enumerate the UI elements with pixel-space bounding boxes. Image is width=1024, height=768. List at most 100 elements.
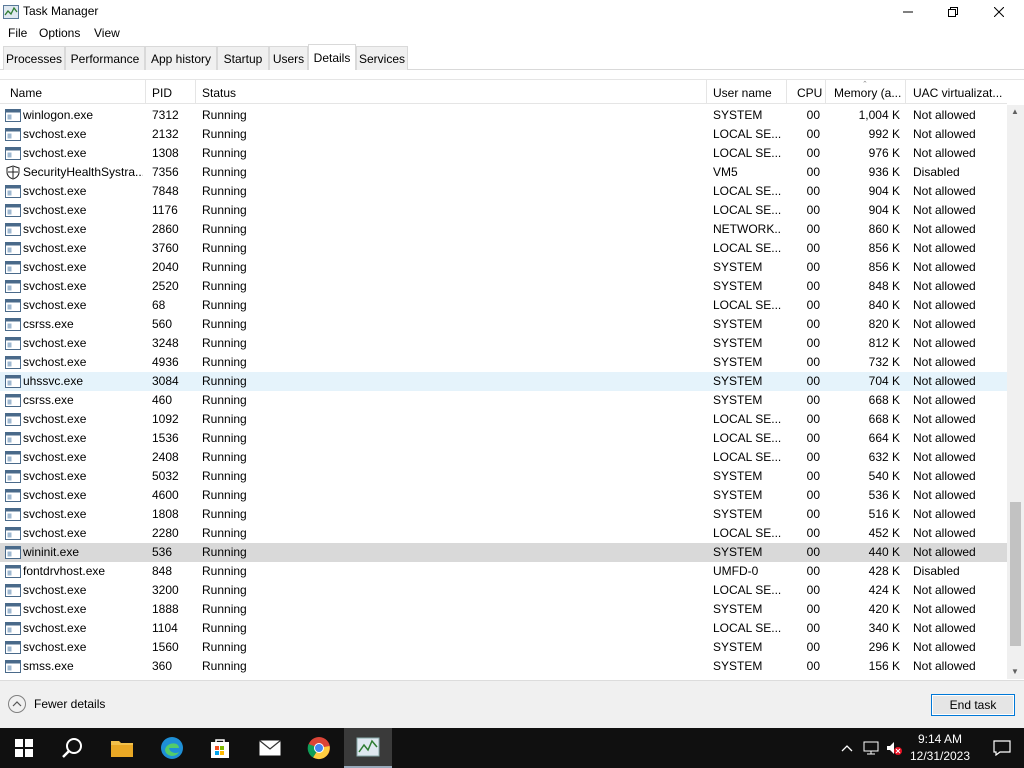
process-memory: 840 K xyxy=(868,298,900,312)
volume-muted-icon[interactable] xyxy=(884,738,904,758)
process-status: Running xyxy=(202,393,247,407)
process-name: csrss.exe xyxy=(23,393,74,407)
process-memory: 516 K xyxy=(868,507,900,521)
table-row[interactable]: svchost.exe 4600 Running SYSTEM 00 536 K Not a… xyxy=(0,486,1007,505)
process-uac: Not allowed xyxy=(913,526,976,540)
table-row[interactable]: svchost.exe 3200 Running LOCAL SE... 00 424 K… xyxy=(0,581,1007,600)
process-user: SYSTEM xyxy=(713,393,763,407)
start-button[interactable] xyxy=(0,728,48,768)
scroll-down-icon[interactable]: ▼ xyxy=(1011,667,1019,676)
table-row[interactable]: svchost.exe 3248 Running SYSTEM 00 812 K Not a… xyxy=(0,334,1007,353)
table-row[interactable]: fontdrvhost.exe 848 Running UMFD-0 00 428 K Di… xyxy=(0,562,1007,581)
column-header-user-name[interactable]: User name xyxy=(709,80,787,104)
table-row[interactable]: svchost.exe 2520 Running SYSTEM 00 848 K Not a… xyxy=(0,277,1007,296)
table-row[interactable]: svchost.exe 7848 Running LOCAL SE... 00 904 K… xyxy=(0,182,1007,201)
vertical-scrollbar[interactable]: ▲ ▼ xyxy=(1007,105,1024,679)
table-row[interactable]: svchost.exe 2408 Running LOCAL SE... 00 632 K… xyxy=(0,448,1007,467)
taskbar-edge[interactable] xyxy=(148,728,196,768)
table-row[interactable]: svchost.exe 5032 Running SYSTEM 00 540 K Not a… xyxy=(0,467,1007,486)
minimize-button[interactable] xyxy=(885,0,931,24)
table-row[interactable]: wininit.exe 536 Running SYSTEM 00 440 K Not al… xyxy=(0,543,1007,562)
process-user: SYSTEM xyxy=(713,640,763,654)
table-row[interactable]: svchost.exe 1888 Running SYSTEM 00 420 K Not a… xyxy=(0,600,1007,619)
close-button[interactable] xyxy=(976,0,1022,24)
table-row[interactable]: svchost.exe 1536 Running LOCAL SE... 00 664 K… xyxy=(0,429,1007,448)
process-name: uhssvc.exe xyxy=(23,374,84,388)
process-cpu: 00 xyxy=(806,241,820,255)
table-row[interactable]: svchost.exe 3760 Running LOCAL SE... 00 856 K… xyxy=(0,239,1007,258)
table-row[interactable]: svchost.exe 1104 Running LOCAL SE... 00 340 K… xyxy=(0,619,1007,638)
taskbar-mail[interactable] xyxy=(246,728,294,768)
process-user: LOCAL SE... xyxy=(713,184,781,198)
table-row[interactable]: csrss.exe 560 Running SYSTEM 00 820 K Not allo… xyxy=(0,315,1007,334)
process-status: Running xyxy=(202,526,247,540)
table-row[interactable]: svchost.exe 2132 Running LOCAL SE... 00 992 K… xyxy=(0,125,1007,144)
taskbar-task-manager[interactable] xyxy=(344,728,392,768)
process-pid: 1092 xyxy=(152,412,179,426)
taskbar-chrome[interactable] xyxy=(295,728,343,768)
column-header-pid[interactable]: PID xyxy=(148,80,196,104)
network-icon[interactable] xyxy=(862,738,882,758)
tab-app-history[interactable]: App history xyxy=(145,46,217,70)
table-row[interactable]: svchost.exe 2040 Running SYSTEM 00 856 K Not a… xyxy=(0,258,1007,277)
taskbar-search-button[interactable] xyxy=(48,728,96,768)
column-header-status[interactable]: Status xyxy=(198,80,707,104)
system-clock[interactable]: 9:14 AM 12/31/2023 xyxy=(905,731,975,765)
taskbar-file-explorer[interactable] xyxy=(98,728,146,768)
table-row[interactable]: svchost.exe 1092 Running LOCAL SE... 00 668 K… xyxy=(0,410,1007,429)
taskbar-store[interactable] xyxy=(196,728,244,768)
table-row[interactable]: csrss.exe 460 Running SYSTEM 00 668 K Not allo… xyxy=(0,391,1007,410)
action-center-button[interactable] xyxy=(980,728,1024,768)
tab-details[interactable]: Details xyxy=(308,44,356,70)
table-row[interactable]: svchost.exe 68 Running LOCAL SE... 00 840 K No… xyxy=(0,296,1007,315)
column-header-uac[interactable]: UAC virtualizat... xyxy=(909,80,1007,104)
process-name: csrss.exe xyxy=(23,317,74,331)
process-icon xyxy=(5,279,21,294)
column-header-cpu[interactable]: CPU xyxy=(793,80,826,104)
menu-view[interactable]: View xyxy=(92,26,122,40)
column-header-memory[interactable]: Memory (a... xyxy=(830,80,906,104)
process-status: Running xyxy=(202,184,247,198)
scrollbar-thumb[interactable] xyxy=(1010,502,1021,646)
process-name: svchost.exe xyxy=(23,640,87,654)
menu-options[interactable]: Options xyxy=(37,26,82,40)
process-icon xyxy=(5,108,21,123)
table-row[interactable]: svchost.exe 1176 Running LOCAL SE... 00 904 K… xyxy=(0,201,1007,220)
tab-performance[interactable]: Performance xyxy=(65,46,145,70)
process-cpu: 00 xyxy=(806,184,820,198)
scroll-up-icon[interactable]: ▲ xyxy=(1011,107,1019,116)
tab-services[interactable]: Services xyxy=(356,46,408,70)
restore-button[interactable] xyxy=(930,0,976,24)
fewer-details-button[interactable]: Fewer details xyxy=(8,695,105,713)
table-row[interactable]: svchost.exe 1808 Running SYSTEM 00 516 K Not a… xyxy=(0,505,1007,524)
column-header-name[interactable]: Name xyxy=(6,80,146,104)
table-row[interactable]: svchost.exe 4936 Running SYSTEM 00 732 K Not a… xyxy=(0,353,1007,372)
tray-overflow-icon[interactable] xyxy=(837,738,857,758)
end-task-button[interactable]: End task xyxy=(931,694,1015,716)
process-cpu: 00 xyxy=(806,317,820,331)
process-name: svchost.exe xyxy=(23,241,87,255)
table-row[interactable]: svchost.exe 2280 Running LOCAL SE... 00 452 K… xyxy=(0,524,1007,543)
clock-time: 9:14 AM xyxy=(917,732,963,746)
process-memory: 428 K xyxy=(868,564,900,578)
title-bar[interactable]: Task Manager xyxy=(0,0,1024,24)
process-pid: 2408 xyxy=(152,450,179,464)
tab-processes[interactable]: Processes xyxy=(3,46,65,70)
process-uac: Not allowed xyxy=(913,545,976,559)
process-status: Running xyxy=(202,298,247,312)
table-row[interactable]: uhssvc.exe 3084 Running SYSTEM 00 704 K Not al… xyxy=(0,372,1007,391)
table-row[interactable]: svchost.exe 2860 Running NETWORK... 00 860 K N… xyxy=(0,220,1007,239)
process-memory: 424 K xyxy=(868,583,900,597)
table-row[interactable]: SecurityHealthSystra... 7356 Running VM5 00 9… xyxy=(0,163,1007,182)
table-row[interactable]: smss.exe 360 Running SYSTEM 00 156 K Not allow… xyxy=(0,657,1007,676)
table-row[interactable]: svchost.exe 1308 Running LOCAL SE... 00 976 K… xyxy=(0,144,1007,163)
menu-bar: File Options View xyxy=(0,24,1024,44)
process-memory: 936 K xyxy=(868,165,900,179)
table-row[interactable]: svchost.exe 1560 Running SYSTEM 00 296 K Not a… xyxy=(0,638,1007,657)
table-row[interactable]: winlogon.exe 7312 Running SYSTEM 00 1,004 K No… xyxy=(0,106,1007,125)
tab-users[interactable]: Users xyxy=(269,46,308,70)
process-status: Running xyxy=(202,374,247,388)
menu-file[interactable]: File xyxy=(6,26,29,40)
tab-startup[interactable]: Startup xyxy=(217,46,269,70)
process-cpu: 00 xyxy=(806,583,820,597)
